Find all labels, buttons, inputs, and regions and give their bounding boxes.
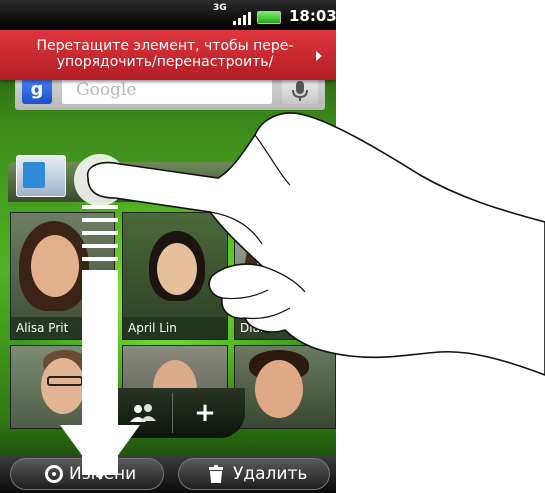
contacts-widget-title: …акты [132,170,186,188]
drag-hint-banner: Перетащите элемент, чтобы пере-упорядочи… [0,30,336,80]
delete-button[interactable]: Удалить [178,458,330,490]
contact-tile[interactable]: Diana M [234,212,336,340]
contact-name: Alisa Prit [11,317,114,339]
phone-screen: 3G 18:03 g Google Перетащите элемент, чт… [0,0,336,493]
contact-tile[interactable] [10,345,115,429]
drag-hint-text: Перетащите элемент, чтобы пере-упорядочи… [36,38,294,70]
group-icon[interactable] [120,398,166,428]
status-bar: 3G 18:03 [0,0,336,30]
search-input[interactable]: Google [62,76,272,104]
glasses-icon [47,376,83,386]
mic-icon[interactable] [282,76,318,104]
contact-tile[interactable]: Alisa Prit [10,212,115,340]
contact-name: Diana M [235,317,335,339]
gear-icon [45,465,63,483]
divider [172,393,173,433]
clock: 18:03 [289,7,336,25]
network-type: 3G [213,3,227,13]
contact-tile[interactable]: April Lin [122,212,228,340]
trash-icon [209,465,223,483]
battery-icon [257,11,281,24]
edit-label: Измени [69,464,137,484]
chevron-right-icon [316,51,322,61]
edit-button[interactable]: Измени [10,458,164,490]
contacts-card-icon[interactable] [16,155,66,197]
google-logo-icon[interactable]: g [22,76,52,104]
signal-icon [233,12,251,25]
contact-name: April Lin [123,317,227,339]
contact-tile[interactable] [234,345,336,429]
add-contact-button[interactable]: + [182,398,228,428]
delete-label: Удалить [233,464,308,484]
